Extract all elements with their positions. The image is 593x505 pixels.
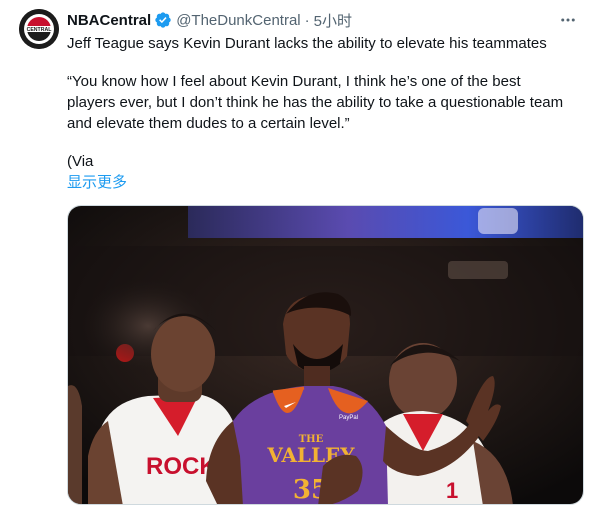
right-jersey-number: 1 bbox=[446, 478, 458, 503]
separator-dot: · bbox=[305, 12, 310, 29]
quote-line-2: players ever, but I don’t think he has t… bbox=[67, 92, 572, 113]
via-text: (Via bbox=[67, 151, 572, 172]
timestamp[interactable]: 5小时 bbox=[314, 10, 352, 31]
tweet-header: NBACentral @TheDunkCentral · 5小时 bbox=[67, 10, 352, 30]
display-name[interactable]: NBACentral bbox=[67, 12, 151, 29]
jersey-patch-text: PayPal bbox=[339, 415, 358, 421]
quote-line-3: and elevate them dudes to a certain leve… bbox=[67, 113, 572, 134]
verified-badge-icon bbox=[154, 11, 172, 29]
avatar[interactable]: CENTRAL bbox=[19, 9, 59, 49]
photo-basketball-players: ROCKETS 1 bbox=[68, 206, 584, 505]
tweet-media-image[interactable]: ROCKETS 1 bbox=[67, 205, 584, 505]
tweet[interactable]: CENTRAL NBACentral @TheDunkCentral · 5小时… bbox=[0, 0, 593, 495]
tweet-text: Jeff Teague says Kevin Durant lacks the … bbox=[67, 33, 572, 193]
tweet-headline: Jeff Teague says Kevin Durant lacks the … bbox=[67, 33, 572, 54]
more-options-icon[interactable] bbox=[557, 10, 579, 30]
avatar-logo-text: CENTRAL bbox=[27, 27, 53, 33]
user-handle[interactable]: @TheDunkCentral bbox=[176, 12, 300, 29]
quote-line-1: “You know how I feel about Kevin Durant,… bbox=[67, 71, 572, 92]
nba-central-logo-icon: CENTRAL bbox=[19, 9, 59, 49]
show-more-link[interactable]: 显示更多 bbox=[67, 172, 572, 193]
